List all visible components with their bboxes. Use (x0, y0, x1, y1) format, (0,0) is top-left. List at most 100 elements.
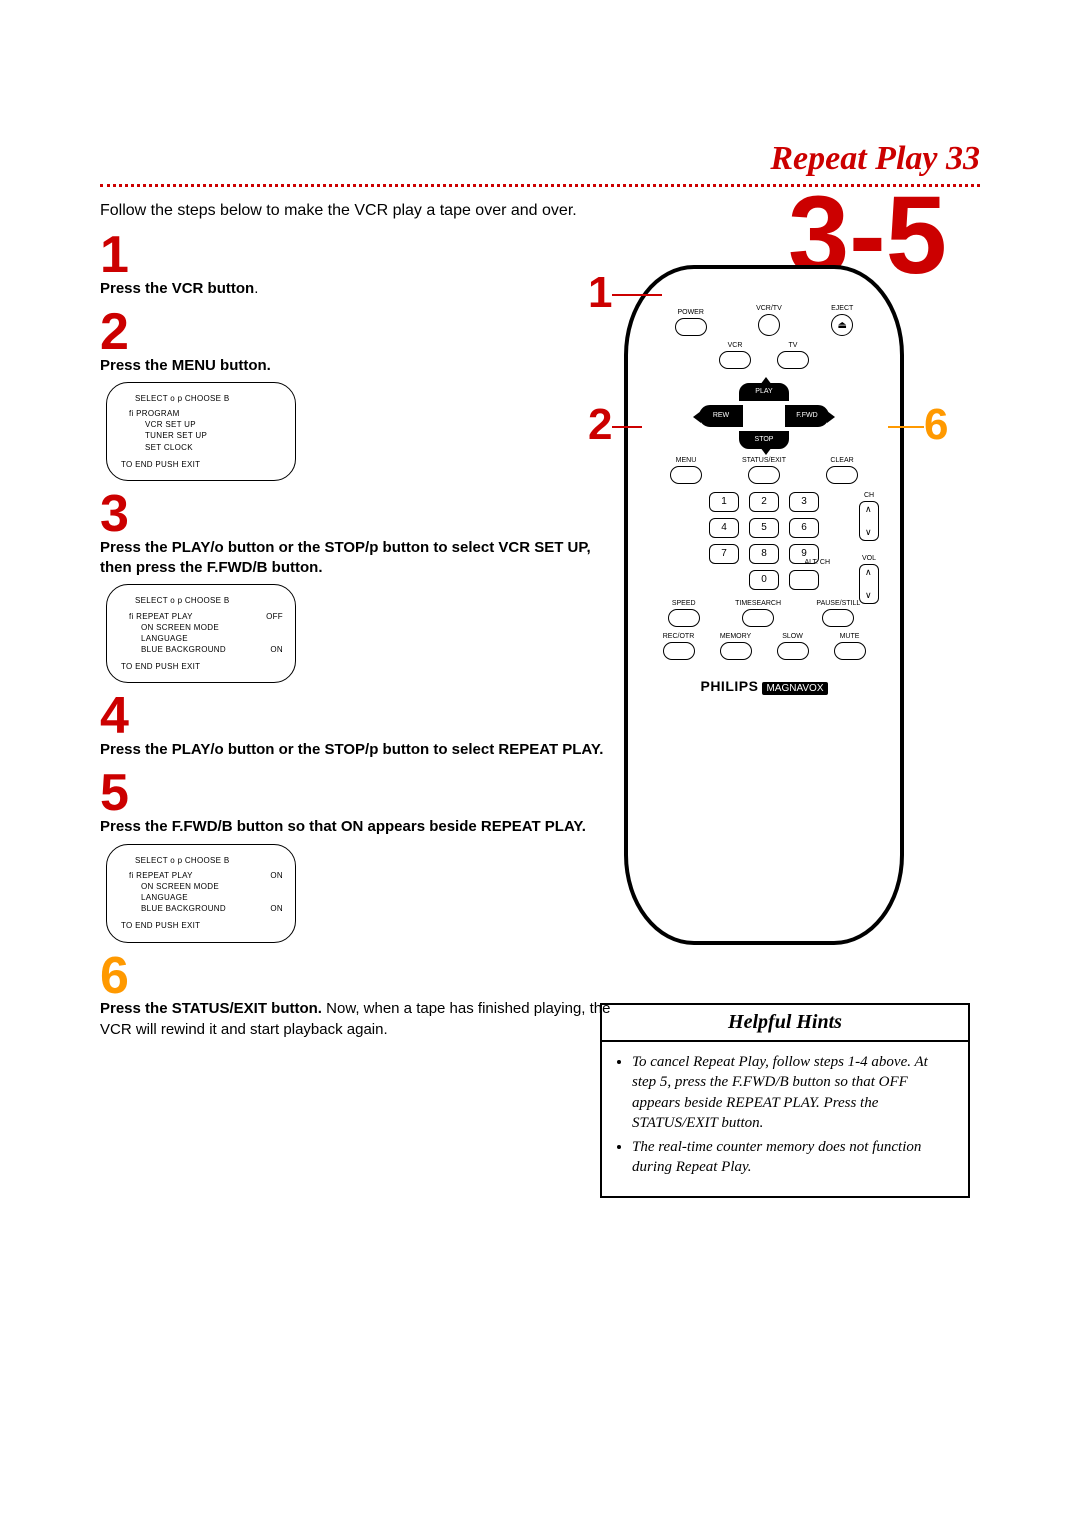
lbl-vcr: VCR (728, 342, 743, 349)
number-pad: 1 2 3 4 5 6 7 8 9 0 (650, 492, 878, 590)
step-6-bold: Press the STATUS/EXIT button. (100, 1000, 326, 1017)
lbl-timesearch: TIMESEARCH (735, 600, 781, 607)
osd3-cell: fi REPEAT PLAY (119, 870, 193, 881)
osd3-cell: BLUE BACKGROUND (119, 903, 226, 914)
intro-text: Follow the steps below to make the VCR p… (100, 201, 620, 222)
digit-0-button[interactable]: 0 (749, 570, 779, 590)
lbl-vcrtv: VCR/TV (756, 305, 782, 312)
mute-button[interactable] (834, 642, 866, 660)
remote-illustration: POWER VCR/TV EJECT ⏏ VCR TV PLAY STOP REW… (624, 265, 904, 945)
osd2-footer: TO END PUSH EXIT (119, 661, 283, 672)
osd1-header: SELECT o p CHOOSE B (119, 393, 283, 404)
digit-2-button[interactable]: 2 (749, 492, 779, 512)
recotr-button[interactable] (663, 642, 695, 660)
digit-5-button[interactable]: 5 (749, 518, 779, 538)
osd2-cell: ON SCREEN MODE (119, 622, 219, 633)
digit-1-button[interactable]: 1 (709, 492, 739, 512)
lbl-clear: CLEAR (830, 457, 853, 464)
step-1-number: 1 (100, 232, 630, 279)
lbl-menu: MENU (676, 457, 697, 464)
hints-title: Helpful Hints (602, 1005, 968, 1042)
osd3-row: fi REPEAT PLAYON (119, 870, 283, 881)
osd3-footer: TO END PUSH EXIT (119, 920, 283, 931)
timesearch-button[interactable] (742, 609, 774, 627)
helpful-hints-box: Helpful Hints To cancel Repeat Play, fol… (600, 1003, 970, 1198)
lbl-mute: MUTE (840, 633, 860, 640)
digit-7-button[interactable]: 7 (709, 544, 739, 564)
callout-line (888, 426, 924, 428)
osd1-item: SET CLOCK (129, 442, 283, 453)
lbl-power: POWER (677, 309, 703, 316)
step-4-number: 4 (100, 693, 630, 740)
dpad: PLAY STOP REW F.FWD (699, 381, 829, 451)
lbl-speed: SPEED (672, 600, 696, 607)
hint-item: The real-time counter memory does not fu… (632, 1137, 954, 1178)
step-5-text: Press the F.FWD/B button so that ON appe… (100, 817, 620, 837)
rew-button[interactable]: REW (699, 405, 743, 427)
osd1-item: TUNER SET UP (129, 430, 283, 441)
osd3-header: SELECT o p CHOOSE B (119, 855, 283, 866)
stop-button[interactable]: STOP (739, 431, 789, 449)
callout-line (612, 294, 662, 296)
step-6-number: 6 (100, 953, 630, 1000)
step-2-text: Press the MENU button. (100, 356, 620, 376)
ch-rocker[interactable] (859, 501, 879, 541)
osd3-row: LANGUAGE (119, 892, 283, 903)
callout-line (612, 426, 642, 428)
callout-6: 6 (924, 400, 948, 450)
osd-screen-2: SELECT o p CHOOSE B fi REPEAT PLAYOFF ON… (106, 584, 296, 683)
osd2-row: BLUE BACKGROUNDON (119, 644, 283, 655)
eject-button[interactable]: ⏏ (831, 314, 853, 336)
lbl-pause: PAUSE/STILL (816, 600, 860, 607)
brand-magnavox: MAGNAVOX (762, 682, 827, 695)
lbl-memory: MEMORY (720, 633, 751, 640)
step-3-text: Press the PLAY/o button or the STOP/p bu… (100, 538, 620, 579)
digit-6-button[interactable]: 6 (789, 518, 819, 538)
lbl-ch: CH (864, 492, 874, 499)
step-5-number: 5 (100, 770, 630, 817)
altch-button[interactable] (789, 570, 819, 590)
digit-8-button[interactable]: 8 (749, 544, 779, 564)
ffwd-button[interactable]: F.FWD (785, 405, 829, 427)
digit-4-button[interactable]: 4 (709, 518, 739, 538)
step-1-bold: Press the VCR button (100, 280, 254, 297)
osd3-cell: LANGUAGE (119, 892, 188, 903)
tv-button[interactable] (777, 351, 809, 369)
play-button[interactable]: PLAY (739, 383, 789, 401)
osd2-row: LANGUAGE (119, 633, 283, 644)
lbl-status: STATUS/EXIT (742, 457, 786, 464)
memory-button[interactable] (720, 642, 752, 660)
lbl-slow: SLOW (782, 633, 803, 640)
osd2-cell: LANGUAGE (119, 633, 188, 644)
menu-button[interactable] (670, 466, 702, 484)
osd2-cell: BLUE BACKGROUND (119, 644, 226, 655)
osd-screen-3: SELECT o p CHOOSE B fi REPEAT PLAYON ON … (106, 844, 296, 943)
osd3-row: BLUE BACKGROUNDON (119, 903, 283, 914)
vcr-button[interactable] (719, 351, 751, 369)
pause-button[interactable] (822, 609, 854, 627)
brand-philips: PHILIPS (700, 678, 758, 694)
osd-screen-1: SELECT o p CHOOSE B fi PROGRAM VCR SET U… (106, 382, 296, 481)
osd3-cell: ON SCREEN MODE (119, 881, 219, 892)
osd2-header: SELECT o p CHOOSE B (119, 595, 283, 606)
step-1-tail: . (254, 280, 258, 297)
lbl-tv: TV (789, 342, 798, 349)
vcrtv-button[interactable] (758, 314, 780, 336)
power-button[interactable] (675, 318, 707, 336)
osd2-cell: fi REPEAT PLAY (119, 611, 193, 622)
status-exit-button[interactable] (748, 466, 780, 484)
osd3-row: ON SCREEN MODE (119, 881, 283, 892)
step-1-text: Press the VCR button. (100, 279, 620, 299)
callout-1: 1 (588, 268, 612, 318)
osd2-row: fi REPEAT PLAYOFF (119, 611, 283, 622)
lbl-eject: EJECT (831, 305, 853, 312)
slow-button[interactable] (777, 642, 809, 660)
vol-rocker[interactable] (859, 564, 879, 604)
speed-button[interactable] (668, 609, 700, 627)
step-6-text: Press the STATUS/EXIT button. Now, when … (100, 999, 620, 1040)
osd1-item: fi PROGRAM (129, 408, 283, 419)
digit-3-button[interactable]: 3 (789, 492, 819, 512)
clear-button[interactable] (826, 466, 858, 484)
step-4-text: Press the PLAY/o button or the STOP/p bu… (100, 740, 620, 760)
lbl-altch: ALT. CH (804, 559, 830, 566)
